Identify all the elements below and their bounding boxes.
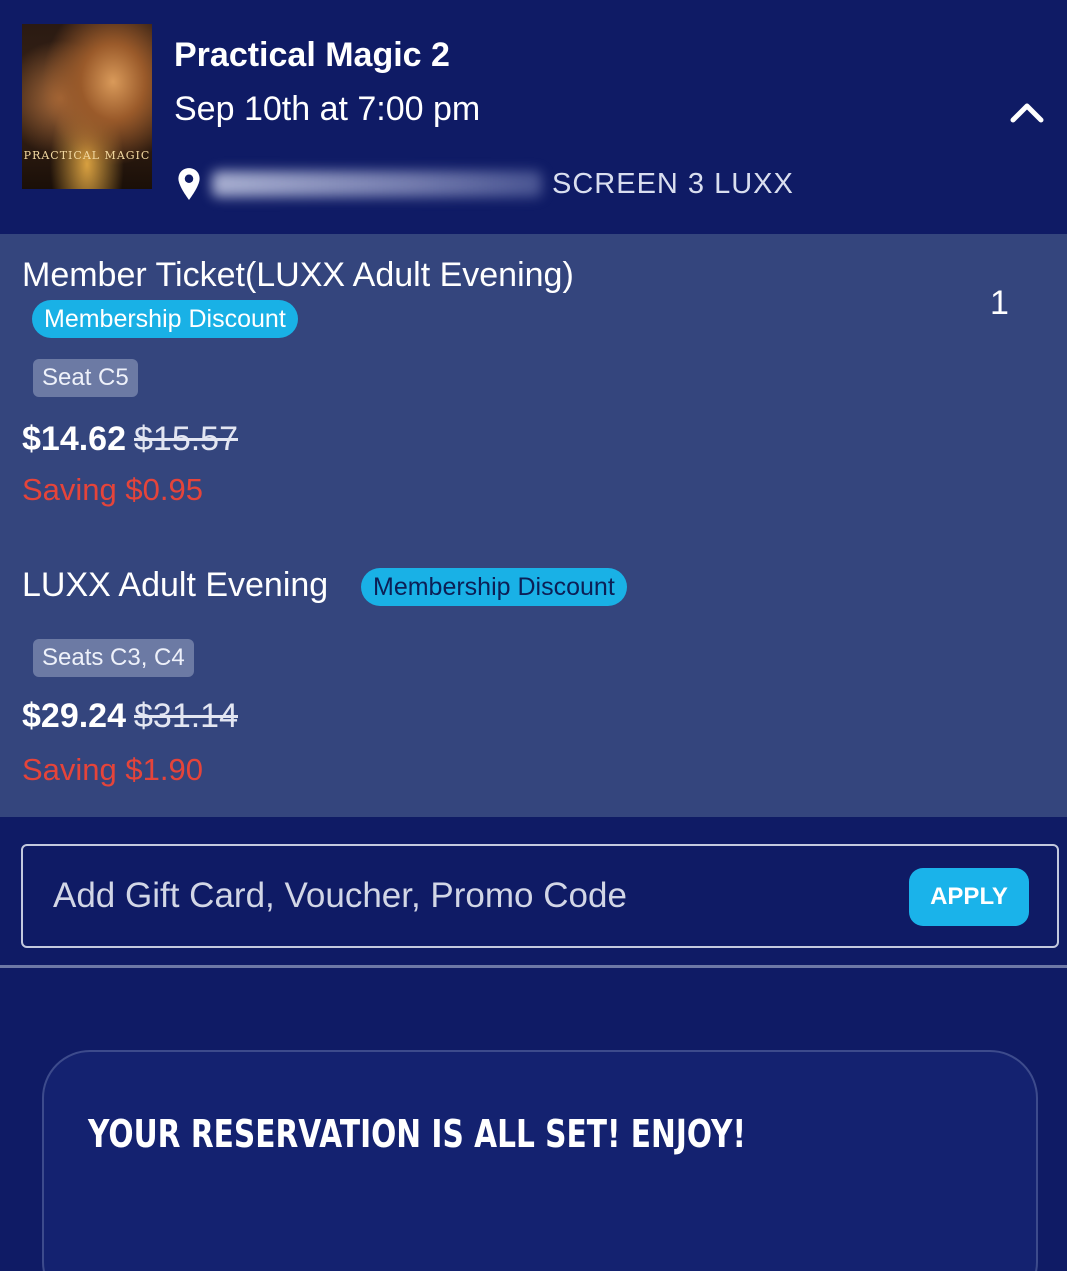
location-row: SCREEN 3 LUXX	[176, 166, 794, 202]
poster-title: PRACTICAL MAGIC	[23, 149, 151, 162]
chevron-up-icon	[1010, 103, 1044, 123]
membership-discount-badge: Membership Discount	[361, 568, 627, 606]
reservation-message: YOUR RESERVATION IS ALL SET! ENJOY!	[88, 1112, 747, 1156]
movie-header: PRACTICAL MAGIC Practical Magic 2 Sep 10…	[0, 0, 1067, 234]
membership-discount-badge: Membership Discount	[32, 300, 298, 338]
promo-code-box: APPLY	[21, 844, 1059, 948]
ticket-list: Member Ticket(LUXX Adult Evening) Member…	[0, 234, 1067, 817]
showtime: Sep 10th at 7:00 pm	[174, 90, 481, 128]
promo-code-input[interactable]	[53, 866, 893, 926]
original-price: $31.14	[134, 697, 238, 735]
movie-poster: PRACTICAL MAGIC	[22, 24, 152, 189]
collapse-button[interactable]	[1004, 92, 1050, 132]
ticket-name: LUXX Adult Evening	[22, 566, 329, 604]
seat-chip: Seat C5	[33, 359, 138, 397]
ticket-price: $29.24 $31.14	[22, 697, 238, 736]
seat-chip: Seats C3, C4	[33, 639, 194, 677]
ticket-name: Member Ticket(LUXX Adult Evening)	[22, 256, 574, 294]
location-pin-icon	[178, 168, 200, 200]
saving-text: Saving $1.90	[22, 752, 203, 787]
screen-label: SCREEN 3 LUXX	[552, 167, 794, 200]
discounted-price: $29.24	[22, 697, 126, 735]
cinema-name-redacted	[212, 171, 542, 197]
ticket-price: $14.62 $15.57	[22, 420, 238, 459]
apply-button[interactable]: APPLY	[909, 868, 1029, 926]
reservation-card: YOUR RESERVATION IS ALL SET! ENJOY!	[42, 1050, 1038, 1271]
saving-text: Saving $0.95	[22, 472, 203, 507]
section-divider	[0, 965, 1067, 968]
movie-title: Practical Magic 2	[174, 36, 450, 74]
ticket-quantity: 1	[990, 284, 1009, 322]
checkout-screen: PRACTICAL MAGIC Practical Magic 2 Sep 10…	[0, 0, 1067, 1271]
original-price: $15.57	[134, 420, 238, 458]
discounted-price: $14.62	[22, 420, 126, 458]
